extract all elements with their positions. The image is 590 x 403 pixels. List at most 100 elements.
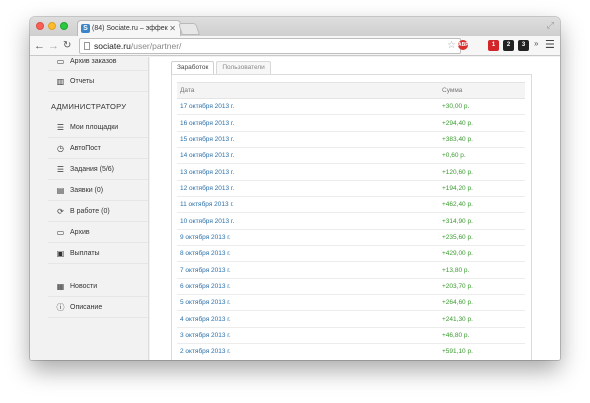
- date-cell[interactable]: 17 октября 2013 г.: [177, 98, 439, 116]
- date-cell[interactable]: 11 октября 2013 г.: [177, 196, 439, 214]
- date-cell[interactable]: 14 октября 2013 г.: [177, 147, 439, 165]
- sidebar-item-description[interactable]: ⓘ Описание: [48, 297, 148, 318]
- amount-cell: +462,40 р.: [439, 196, 525, 214]
- tab-title: (84) Sociate.ru – эффектив: [92, 25, 168, 32]
- inbox-icon: ▭: [56, 228, 65, 237]
- window-minimize-button[interactable]: [48, 22, 56, 30]
- tab-earnings[interactable]: Заработок: [171, 61, 215, 74]
- news-icon: ▦: [56, 282, 65, 291]
- window-close-button[interactable]: [36, 22, 44, 30]
- browser-tab[interactable]: S (84) Sociate.ru – эффектив ✕: [77, 20, 181, 36]
- bookmark-star-icon[interactable]: ☆: [447, 39, 456, 53]
- amount-cell: +429,00 р.: [439, 245, 525, 263]
- extension-icon[interactable]: 2: [503, 40, 514, 51]
- sidebar-item-payouts[interactable]: ▣ Выплаты: [48, 243, 148, 264]
- sidebar-item-label: В работе (0): [70, 208, 110, 215]
- date-cell[interactable]: 13 октября 2013 г.: [177, 163, 439, 181]
- forward-icon[interactable]: →: [48, 39, 59, 53]
- page-icon: [84, 42, 90, 50]
- list-icon: ☰: [56, 165, 65, 174]
- sidebar-item-label: АвтоПост: [70, 145, 101, 152]
- reload-icon[interactable]: ↻: [63, 39, 71, 53]
- sidebar-item-my-sites[interactable]: ☰ Мои площадки: [48, 117, 148, 138]
- date-cell[interactable]: 5 октября 2013 г.: [177, 294, 439, 312]
- browser-toolbar: ← → ↻ sociate.ru/user/partner/ ☆ ABP 1 2…: [30, 36, 560, 56]
- table-row: 17 октября 2013 г. +30,00 р.: [177, 98, 525, 116]
- sidebar-item-label: Отчеты: [70, 78, 95, 85]
- column-header-amount[interactable]: Сумма: [439, 82, 525, 99]
- address-bar[interactable]: sociate.ru/user/partner/ ☆: [79, 38, 461, 54]
- sidebar-item-news[interactable]: ▦ Новости: [48, 276, 148, 297]
- date-cell[interactable]: 3 октября 2013 г.: [177, 327, 439, 345]
- table-row: 9 октября 2013 г. +235,60 р.: [177, 229, 525, 247]
- sidebar-item-label: Архив: [70, 229, 90, 236]
- favicon-icon: S: [81, 24, 90, 33]
- tab-strip: S (84) Sociate.ru – эффектив ✕ ⤢: [30, 17, 560, 36]
- date-cell[interactable]: 8 октября 2013 г.: [177, 245, 439, 263]
- url-path: /user/partner/: [130, 41, 182, 51]
- clock-icon: ◷: [57, 144, 64, 153]
- chart-icon: ▥: [56, 77, 65, 86]
- sidebar-item-label: Выплаты: [70, 250, 100, 257]
- amount-cell: +120,60 р.: [439, 163, 525, 181]
- sidebar-item-in-progress[interactable]: ⟳ В работе (0): [48, 201, 148, 222]
- sidebar-item-label: Заявки (0): [70, 187, 104, 194]
- sidebar-item-tasks[interactable]: ☰ Задания (5/6): [48, 159, 148, 180]
- refresh-icon: ⟳: [57, 207, 64, 216]
- sidebar: ▭ Архив заказов ▥ Отчеты АДМИНИСТРАТОРУ …: [48, 57, 148, 360]
- new-tab-button[interactable]: [178, 23, 200, 35]
- table-header-row: Дата Сумма: [177, 82, 525, 99]
- table-row: 8 октября 2013 г. +429,00 р.: [177, 245, 525, 263]
- table-row: 5 октября 2013 г. +264,60 р.: [177, 294, 525, 312]
- close-tab-icon[interactable]: ✕: [169, 21, 176, 36]
- table-row: 4 октября 2013 г. +241,30 р.: [177, 310, 525, 328]
- earnings-table: Дата Сумма 17 октября 2013 г. +30,00 р. 16…: [177, 82, 525, 360]
- earnings-panel: Дата Сумма 17 октября 2013 г. +30,00 р. 16…: [171, 74, 532, 360]
- menu-icon[interactable]: ☰: [545, 38, 555, 51]
- info-icon: ⓘ: [56, 303, 65, 312]
- amount-cell: +235,60 р.: [439, 229, 525, 247]
- sidebar-item-label: Описание: [70, 304, 103, 311]
- list-icon: ☰: [56, 123, 65, 132]
- table-row: 10 октября 2013 г. +314,90 р.: [177, 212, 525, 230]
- date-cell[interactable]: 4 октября 2013 г.: [177, 310, 439, 328]
- date-cell[interactable]: 16 октября 2013 г.: [177, 114, 439, 132]
- sidebar-item-requests[interactable]: ▤ Заявки (0): [48, 180, 148, 201]
- tab-users[interactable]: Пользователи: [216, 61, 271, 74]
- more-extensions-icon[interactable]: »: [534, 39, 538, 48]
- sidebar-section-heading: АДМИНИСТРАТОРУ: [51, 102, 127, 111]
- amount-cell: +0,60 р.: [439, 147, 525, 165]
- table-row: 7 октября 2013 г. +13,80 р.: [177, 261, 525, 279]
- column-header-date[interactable]: Дата: [177, 82, 439, 99]
- date-cell[interactable]: 12 октября 2013 г.: [177, 180, 439, 198]
- extension-icon[interactable]: 1: [488, 40, 499, 51]
- sidebar-item-label: Мои площадки: [70, 124, 119, 131]
- fullscreen-icon[interactable]: ⤢: [547, 20, 554, 31]
- url-domain: sociate.ru: [94, 41, 131, 51]
- table-row: 11 октября 2013 г. +462,40 р.: [177, 196, 525, 214]
- inbox-icon: ▭: [56, 57, 65, 66]
- sidebar-item-autopost[interactable]: ◷ АвтоПост: [48, 138, 148, 159]
- window-maximize-button[interactable]: [60, 22, 68, 30]
- date-cell[interactable]: 2 октября 2013 г.: [177, 343, 439, 360]
- sidebar-item-label: Архив заказов: [70, 58, 117, 65]
- browser-window: S (84) Sociate.ru – эффектив ✕ ⤢ ← → ↻ s…: [30, 17, 560, 360]
- date-cell[interactable]: 6 октября 2013 г.: [177, 278, 439, 296]
- date-cell[interactable]: 7 октября 2013 г.: [177, 261, 439, 279]
- sidebar-item-reports[interactable]: ▥ Отчеты: [48, 71, 148, 92]
- sidebar-item-archive[interactable]: ▭ Архив: [48, 222, 148, 243]
- date-cell[interactable]: 15 октября 2013 г.: [177, 131, 439, 149]
- table-row: 14 октября 2013 г. +0,60 р.: [177, 147, 525, 165]
- table-row: 6 октября 2013 г. +203,70 р.: [177, 278, 525, 296]
- sidebar-item-label: Новости: [70, 283, 98, 290]
- money-icon: ▣: [56, 249, 65, 258]
- amount-cell: +314,90 р.: [439, 212, 525, 230]
- amount-cell: +241,30 р.: [439, 310, 525, 328]
- extension-icon[interactable]: 3: [518, 40, 529, 51]
- date-cell[interactable]: 9 октября 2013 г.: [177, 229, 439, 247]
- sidebar-item-orders-archive[interactable]: ▭ Архив заказов: [48, 57, 148, 71]
- date-cell[interactable]: 10 октября 2013 г.: [177, 212, 439, 230]
- table-row: 12 октября 2013 г. +194,20 р.: [177, 180, 525, 198]
- back-icon[interactable]: ←: [34, 39, 45, 53]
- adblock-icon[interactable]: ABP: [458, 40, 469, 50]
